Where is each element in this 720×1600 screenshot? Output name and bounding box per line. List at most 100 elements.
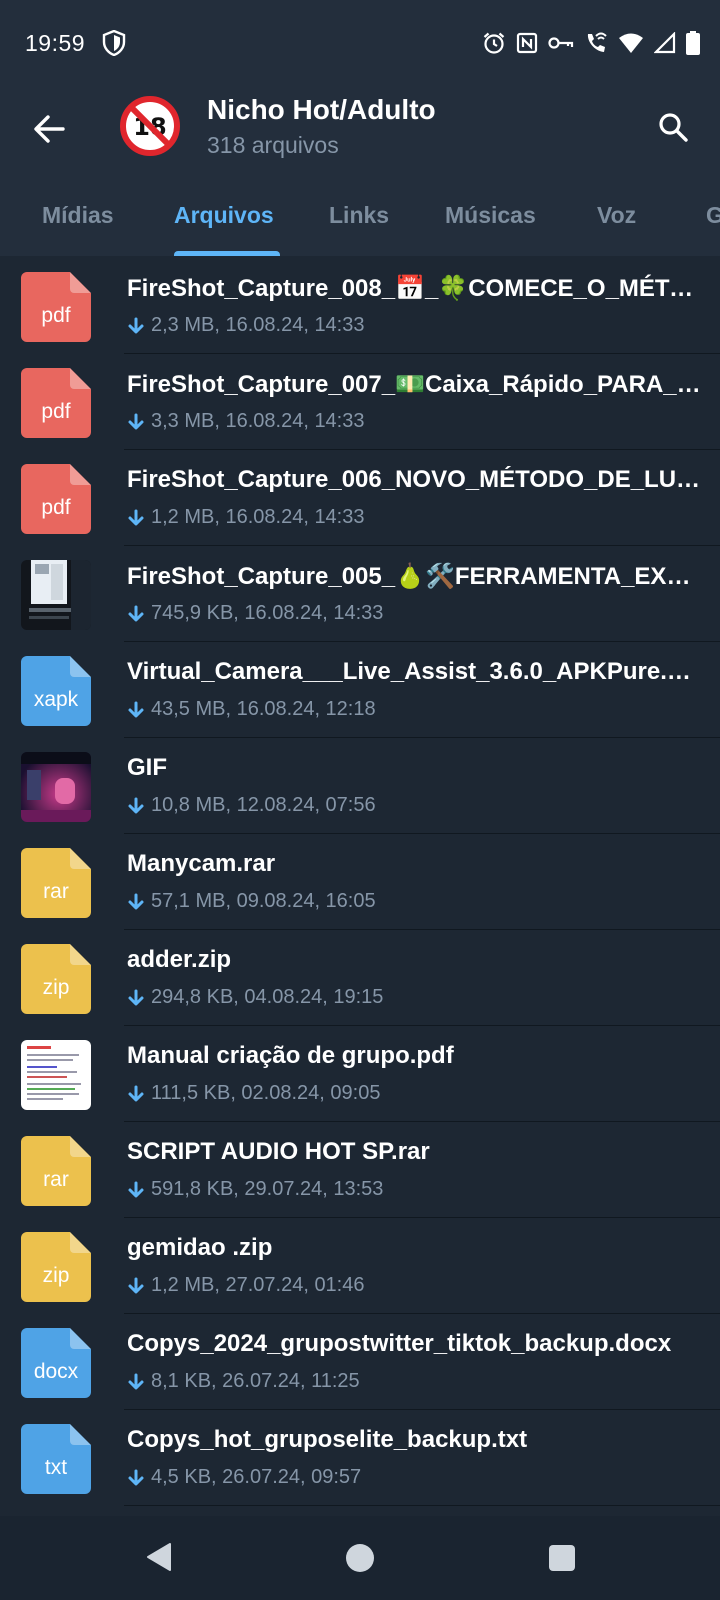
- file-size-date: 43,5 MB, 16.08.24, 12:18: [151, 698, 376, 720]
- download-arrow-icon[interactable]: [127, 893, 145, 911]
- download-arrow-icon[interactable]: [127, 1469, 145, 1487]
- file-meta: 57,1 MB, 09.08.24, 16:05: [127, 890, 376, 913]
- file-type-icon[interactable]: zip: [21, 1232, 91, 1302]
- file-type-icon[interactable]: rar: [21, 1136, 91, 1206]
- tab-arquivos[interactable]: Arquivos: [174, 202, 274, 229]
- file-name: Manual criação de grupo.pdf: [127, 1042, 454, 1069]
- file-row[interactable]: GIF 10,8 MB, 12.08.24, 07:56: [0, 736, 720, 834]
- file-name: FireShot_Capture_008_📅_🍀COMECE_O_MÉTODO: [127, 275, 702, 302]
- page-fold: [70, 944, 91, 965]
- file-row[interactable]: rar Manycam.rar 57,1 MB, 09.08.24, 16:05: [0, 832, 720, 930]
- file-name: SCRIPT AUDIO HOT SP.rar: [127, 1138, 430, 1165]
- file-row[interactable]: pdf FireShot_Capture_007_💵Caixa_Rápido_PA…: [0, 352, 720, 450]
- file-meta: 294,8 KB, 04.08.24, 19:15: [127, 986, 383, 1009]
- file-thumbnail[interactable]: [21, 752, 91, 822]
- file-name: GIF: [127, 754, 167, 781]
- file-name: gemidao .zip: [127, 1234, 273, 1261]
- download-arrow-icon[interactable]: [127, 1181, 145, 1199]
- file-extension-label: pdf: [41, 400, 71, 423]
- file-row[interactable]: docx Copys_2024_grupostwitter_tiktok_back…: [0, 1312, 720, 1410]
- tab-links[interactable]: Links: [329, 202, 389, 229]
- nav-recents-icon[interactable]: [549, 1545, 575, 1571]
- file-extension-label: xapk: [33, 688, 79, 711]
- file-meta: 10,8 MB, 12.08.24, 07:56: [127, 794, 376, 817]
- file-type-icon[interactable]: pdf: [21, 464, 91, 534]
- file-extension-label: zip: [42, 976, 70, 999]
- file-type-icon[interactable]: rar: [21, 848, 91, 918]
- page-fold: [70, 1232, 91, 1253]
- no-under-18-icon[interactable]: 18: [120, 96, 180, 156]
- file-meta: 2,3 MB, 16.08.24, 14:33: [127, 314, 365, 337]
- file-extension-label: rar: [43, 1168, 69, 1191]
- download-arrow-icon[interactable]: [127, 1085, 145, 1103]
- download-arrow-icon[interactable]: [127, 413, 145, 431]
- file-size-date: 10,8 MB, 12.08.24, 07:56: [151, 794, 376, 816]
- file-meta: 8,1 KB, 26.07.24, 11:25: [127, 1370, 360, 1393]
- file-row[interactable]: pdf FireShot_Capture_006_NOVO_MÉTODO_DE_L…: [0, 448, 720, 546]
- file-thumbnail[interactable]: [21, 560, 91, 630]
- search-button[interactable]: [650, 104, 696, 150]
- download-arrow-icon[interactable]: [127, 605, 145, 623]
- file-meta: 1,2 MB, 27.07.24, 01:46: [127, 1274, 365, 1297]
- file-size-date: 591,8 KB, 29.07.24, 13:53: [151, 1178, 384, 1200]
- file-extension-label: txt: [44, 1456, 68, 1479]
- file-meta: 4,5 KB, 26.07.24, 09:57: [127, 1466, 361, 1489]
- status-icons: [482, 30, 700, 56]
- file-name: Copys_2024_grupostwitter_tiktok_backup.d…: [127, 1330, 672, 1357]
- file-row[interactable]: zip adder.zip 294,8 KB, 04.08.24, 19:15: [0, 928, 720, 1026]
- page-fold: [70, 848, 91, 869]
- back-button[interactable]: [26, 106, 72, 152]
- chat-title[interactable]: Nicho Hot/Adulto: [207, 94, 436, 126]
- file-meta: 3,3 MB, 16.08.24, 14:33: [127, 410, 365, 433]
- download-arrow-icon[interactable]: [127, 1277, 145, 1295]
- file-size-date: 2,3 MB, 16.08.24, 14:33: [151, 314, 365, 336]
- download-arrow-icon[interactable]: [127, 989, 145, 1007]
- file-type-icon[interactable]: pdf: [21, 272, 91, 342]
- tab-voz[interactable]: Voz: [597, 202, 636, 229]
- file-size-date: 745,9 KB, 16.08.24, 14:33: [151, 602, 384, 624]
- file-count: 318 arquivos: [207, 132, 339, 158]
- file-size-date: 111,5 KB, 02.08.24, 09:05: [151, 1082, 381, 1104]
- page-fold: [70, 464, 91, 485]
- file-row[interactable]: xapk Virtual_Camera___Live_Assist_3.6.0_A…: [0, 640, 720, 738]
- file-meta: 43,5 MB, 16.08.24, 12:18: [127, 698, 376, 721]
- download-arrow-icon[interactable]: [127, 317, 145, 335]
- file-type-icon[interactable]: pdf: [21, 368, 91, 438]
- file-type-icon[interactable]: txt: [21, 1424, 91, 1494]
- tab-musicas[interactable]: Músicas: [445, 202, 536, 229]
- file-name: adder.zip: [127, 946, 232, 973]
- file-row[interactable]: txt Copys_hot_gruposelite_backup.txt 4,5 K…: [0, 1408, 720, 1506]
- search-icon: [659, 113, 688, 142]
- tab-gifs[interactable]: G: [706, 202, 720, 229]
- download-arrow-icon[interactable]: [127, 509, 145, 527]
- row-divider: [124, 1505, 720, 1506]
- file-type-icon[interactable]: xapk: [21, 656, 91, 726]
- file-row[interactable]: FireShot_Capture_005_🍐🛠️FERRAMENTA_EXCLU…: [0, 544, 720, 642]
- file-type-icon[interactable]: docx: [21, 1328, 91, 1398]
- file-row[interactable]: rar SCRIPT AUDIO HOT SP.rar 591,8 KB, 29.0…: [0, 1120, 720, 1218]
- file-type-icon[interactable]: zip: [21, 944, 91, 1014]
- nav-back-icon[interactable]: [146, 1542, 172, 1572]
- file-list[interactable]: pdf FireShot_Capture_008_📅_🍀COMECE_O_MÉTO…: [0, 256, 720, 1516]
- system-navbar: [0, 1516, 720, 1600]
- page-fold: [70, 1136, 91, 1157]
- status-time: 19:59: [25, 30, 86, 56]
- file-meta: 1,2 MB, 16.08.24, 14:33: [127, 506, 365, 529]
- shield-icon: [102, 30, 126, 56]
- download-arrow-icon[interactable]: [127, 797, 145, 815]
- chat-header: 18 Nicho Hot/Adulto 318 arquivos Mídias …: [0, 86, 720, 256]
- file-row[interactable]: Manual criação de grupo.pdf 111,5 KB, 02.…: [0, 1024, 720, 1122]
- download-arrow-icon[interactable]: [127, 1373, 145, 1391]
- file-size-date: 294,8 KB, 04.08.24, 19:15: [151, 986, 384, 1008]
- file-name: FireShot_Capture_006_NOVO_MÉTODO_DE_LUCR…: [127, 466, 702, 493]
- file-size-date: 1,2 MB, 16.08.24, 14:33: [151, 506, 365, 528]
- wifi-call-icon: [587, 32, 607, 52]
- tab-midias[interactable]: Mídias: [42, 202, 114, 229]
- file-row[interactable]: pdf FireShot_Capture_008_📅_🍀COMECE_O_MÉTO…: [0, 256, 720, 354]
- file-meta: 591,8 KB, 29.07.24, 13:53: [127, 1178, 383, 1201]
- file-row[interactable]: zip gemidao .zip 1,2 MB, 27.07.24, 01:46: [0, 1216, 720, 1314]
- download-arrow-icon[interactable]: [127, 701, 145, 719]
- file-thumbnail[interactable]: [21, 1040, 91, 1110]
- file-extension-label: pdf: [41, 304, 71, 327]
- nav-home-icon[interactable]: [346, 1544, 374, 1572]
